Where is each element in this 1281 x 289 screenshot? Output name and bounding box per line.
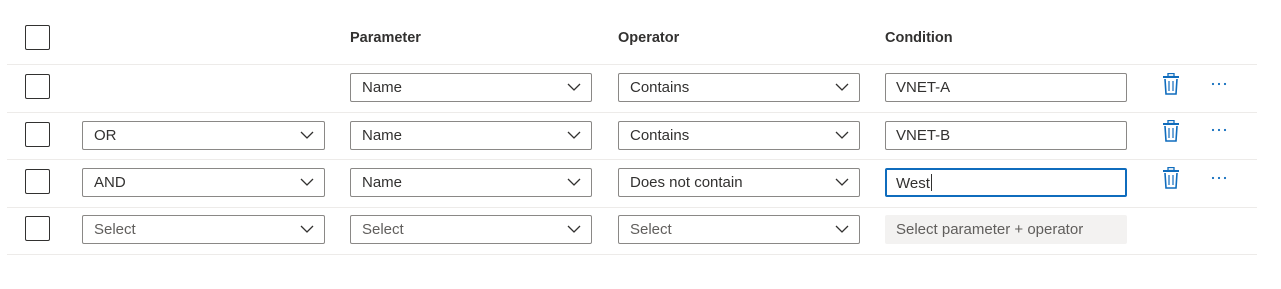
parameter-dropdown-value: Name (362, 79, 403, 96)
operator-dropdown[interactable]: Contains (618, 73, 860, 102)
operator-dropdown[interactable]: Select (618, 215, 860, 244)
trash-icon[interactable] (1161, 120, 1181, 142)
chevron-down-icon (835, 83, 849, 91)
operator-dropdown-value: Contains (630, 127, 690, 144)
condition-input[interactable]: VNET-A (885, 73, 1127, 102)
more-icon[interactable] (1209, 125, 1229, 135)
operator-dropdown[interactable]: Does not contain (618, 168, 860, 197)
filter-row: Name Contains VNET-A (0, 65, 1281, 112)
condition-input[interactable]: West (885, 168, 1127, 197)
chevron-down-icon (300, 178, 314, 186)
operator-dropdown[interactable]: Contains (618, 121, 860, 150)
row-checkbox[interactable] (25, 216, 50, 241)
more-icon[interactable] (1209, 79, 1229, 89)
and-or-dropdown-value: OR (94, 127, 117, 144)
chevron-down-icon (300, 225, 314, 233)
parameter-column-header: Parameter (350, 30, 421, 46)
parameter-dropdown[interactable]: Name (350, 168, 592, 197)
chevron-down-icon (567, 83, 581, 91)
select-all-checkbox[interactable] (25, 25, 50, 50)
chevron-down-icon (567, 178, 581, 186)
parameter-dropdown-value: Select (362, 221, 404, 238)
parameter-dropdown-value: Name (362, 127, 403, 144)
more-icon[interactable] (1209, 173, 1229, 183)
condition-input-disabled: Select parameter + operator (885, 215, 1127, 244)
trash-icon[interactable] (1161, 73, 1181, 95)
parameter-dropdown[interactable]: Name (350, 121, 592, 150)
and-or-dropdown-value: AND (94, 174, 126, 191)
chevron-down-icon (567, 225, 581, 233)
filter-table-header: Parameter Operator Condition (0, 0, 1281, 64)
parameter-dropdown-value: Name (362, 174, 403, 191)
row-checkbox[interactable] (25, 122, 50, 147)
and-or-dropdown[interactable]: AND (82, 168, 325, 197)
condition-input-value: VNET-B (896, 127, 951, 144)
chevron-down-icon (835, 225, 849, 233)
condition-input-placeholder: Select parameter + operator (896, 221, 1084, 238)
condition-input-value: West (896, 175, 930, 192)
chevron-down-icon (567, 131, 581, 139)
operator-column-header: Operator (618, 30, 680, 46)
filter-row: Select Select Select Select parameter + … (0, 208, 1281, 255)
condition-input[interactable]: VNET-B (885, 121, 1127, 150)
condition-input-value: VNET-A (896, 79, 951, 96)
filter-row: OR Name Contains VNET-B (0, 113, 1281, 160)
row-checkbox[interactable] (25, 74, 50, 99)
operator-dropdown-value: Contains (630, 79, 690, 96)
text-cursor (930, 174, 932, 191)
parameter-dropdown[interactable]: Select (350, 215, 592, 244)
filter-row: AND Name Does not contain West (0, 160, 1281, 207)
trash-icon[interactable] (1161, 167, 1181, 189)
operator-dropdown-value: Does not contain (630, 174, 743, 191)
and-or-dropdown-value: Select (94, 221, 136, 238)
row-separator (7, 254, 1257, 255)
parameter-dropdown[interactable]: Name (350, 73, 592, 102)
operator-dropdown-value: Select (630, 221, 672, 238)
condition-column-header: Condition (885, 30, 953, 46)
chevron-down-icon (300, 131, 314, 139)
chevron-down-icon (835, 131, 849, 139)
row-checkbox[interactable] (25, 169, 50, 194)
and-or-dropdown[interactable]: OR (82, 121, 325, 150)
chevron-down-icon (835, 178, 849, 186)
and-or-dropdown[interactable]: Select (82, 215, 325, 244)
